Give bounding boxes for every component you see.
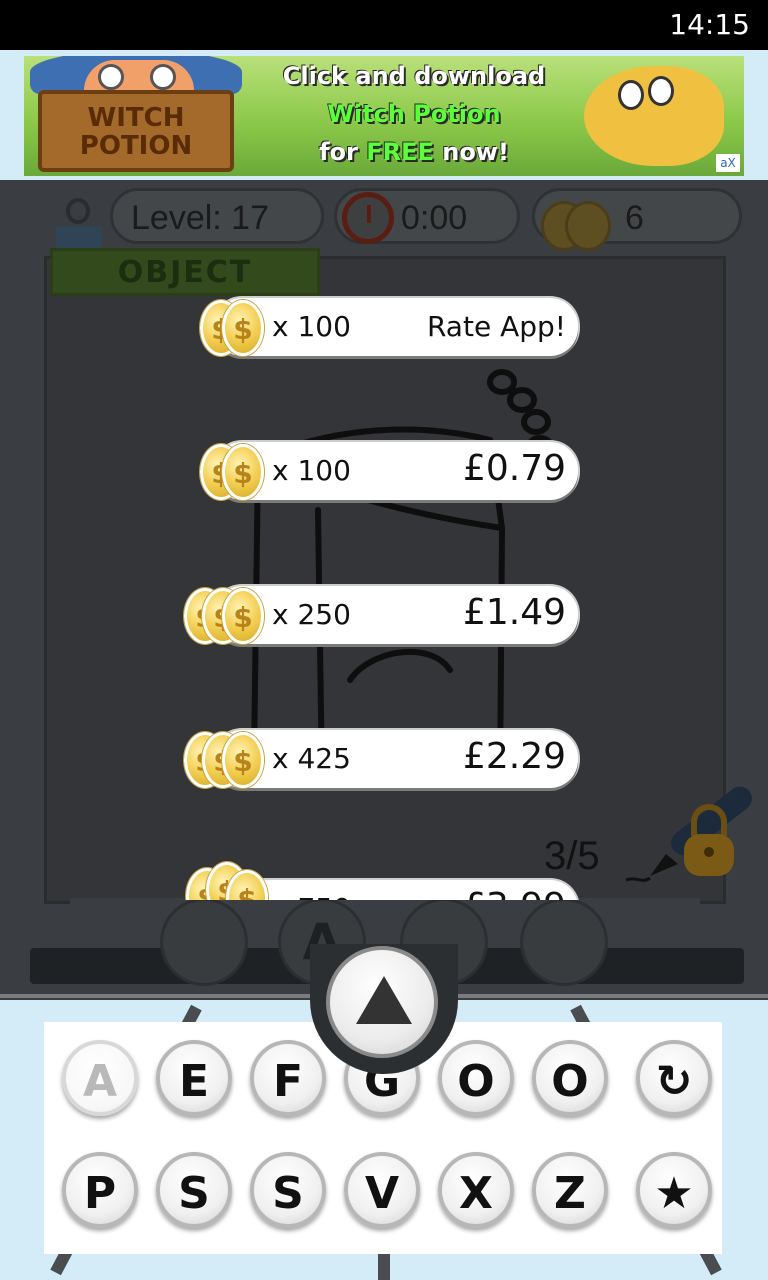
- key-label: A: [82, 1056, 118, 1107]
- key-o[interactable]: O: [438, 1040, 514, 1116]
- purchase-price: £1.49: [462, 592, 566, 633]
- purchase-price: £0.79: [462, 448, 566, 489]
- key-v[interactable]: V: [344, 1152, 420, 1228]
- coin-balance[interactable]: 6: [532, 188, 742, 251]
- ad-area: WITCH POTION Click and download Witch Po…: [0, 50, 768, 180]
- ad-headline: Click and download: [282, 62, 546, 90]
- status-time: 14:15: [669, 8, 750, 41]
- purchase-item-250[interactable]: x 250 £1.49: [214, 586, 578, 644]
- stopwatch-icon: [342, 192, 394, 244]
- key-x[interactable]: X: [438, 1152, 514, 1228]
- ad-eye-icon: [150, 64, 176, 90]
- coin-icon: $: [222, 300, 264, 356]
- purchase-item-425[interactable]: x 425 £2.29: [214, 730, 578, 788]
- up-arrow-icon: [356, 976, 412, 1024]
- purchase-quantity: x 425: [272, 742, 351, 775]
- ad-logo-text: WITCH POTION: [42, 104, 230, 160]
- key-label: S: [272, 1168, 304, 1219]
- refresh-letters-button[interactable]: ↻: [636, 1040, 712, 1116]
- coin-icon: [565, 201, 611, 251]
- purchase-quantity: x 100: [272, 454, 351, 487]
- purchase-quantity: x 250: [272, 598, 351, 631]
- refresh-icon: ↻: [655, 1056, 693, 1107]
- ad-logo-line1: WITCH: [87, 103, 185, 133]
- purchase-quantity: x 100: [272, 310, 351, 343]
- ad-dragon-graphic: [584, 66, 724, 166]
- ad-logo-sign: WITCH POTION: [38, 90, 234, 172]
- status-bar: 14:15: [0, 0, 768, 50]
- purchase-item-750[interactable]: x 750 £3.99: [214, 880, 578, 900]
- coin-icon: $: [222, 444, 264, 500]
- purchase-price: £3.99: [463, 886, 566, 900]
- toggle-keyboard-button[interactable]: [326, 946, 438, 1058]
- ad-banner[interactable]: WITCH POTION Click and download Witch Po…: [24, 56, 744, 176]
- key-label: F: [272, 1056, 304, 1107]
- purchase-quantity: x 750: [272, 892, 351, 900]
- category-label: OBJECT: [117, 255, 253, 290]
- category-tag: OBJECT: [50, 248, 320, 296]
- key-s[interactable]: S: [250, 1152, 326, 1228]
- ad-game-name: Witch Potion: [327, 100, 501, 128]
- key-o[interactable]: O: [532, 1040, 608, 1116]
- key-a[interactable]: A: [62, 1040, 138, 1116]
- ad-logo-line2: POTION: [79, 131, 193, 161]
- key-p[interactable]: P: [62, 1152, 138, 1228]
- purchase-item-100[interactable]: x 100 £0.79: [214, 442, 578, 500]
- key-label: X: [459, 1168, 493, 1219]
- key-e[interactable]: E: [156, 1040, 232, 1116]
- ad-cta-free: FREE: [366, 138, 434, 166]
- coin-icon: $: [222, 588, 264, 644]
- ad-cta-prefix: for: [319, 138, 367, 166]
- ad-cta: for FREE now!: [264, 138, 564, 166]
- purchase-price: Rate App!: [426, 310, 566, 343]
- coin-icon: $: [222, 732, 264, 788]
- purchase-price: £2.29: [462, 736, 566, 777]
- purchase-item-rate-app[interactable]: x 100 Rate App!: [214, 298, 578, 356]
- ad-eye-icon: [98, 64, 124, 90]
- key-label: V: [364, 1168, 400, 1219]
- key-label: O: [457, 1056, 495, 1107]
- key-s[interactable]: S: [156, 1152, 232, 1228]
- key-label: E: [178, 1056, 210, 1107]
- hint-star-button[interactable]: ★: [636, 1152, 712, 1228]
- key-label: Z: [554, 1168, 586, 1219]
- key-z[interactable]: Z: [532, 1152, 608, 1228]
- key-label: O: [551, 1056, 589, 1107]
- timer-value: 0:00: [401, 199, 468, 237]
- ad-cta-suffix: now!: [433, 138, 509, 166]
- answer-slot[interactable]: [520, 898, 608, 986]
- coin-count: 6: [625, 199, 644, 237]
- key-label: P: [83, 1168, 117, 1219]
- answer-slot[interactable]: [160, 898, 248, 986]
- ad-choices-badge[interactable]: aX: [716, 154, 740, 172]
- star-icon: ★: [654, 1168, 694, 1219]
- key-f[interactable]: F: [250, 1040, 326, 1116]
- ad-dragon-eye-icon: [618, 80, 644, 110]
- key-label: S: [178, 1168, 210, 1219]
- level-label: Level: 17: [131, 199, 269, 237]
- level-indicator: Level: 17: [110, 188, 324, 244]
- ad-dragon-eye-icon: [648, 76, 674, 106]
- coin-purchase-list[interactable]: x 100 Rate App! $ $ x 100 £0.79 $ $ x 25…: [0, 290, 768, 900]
